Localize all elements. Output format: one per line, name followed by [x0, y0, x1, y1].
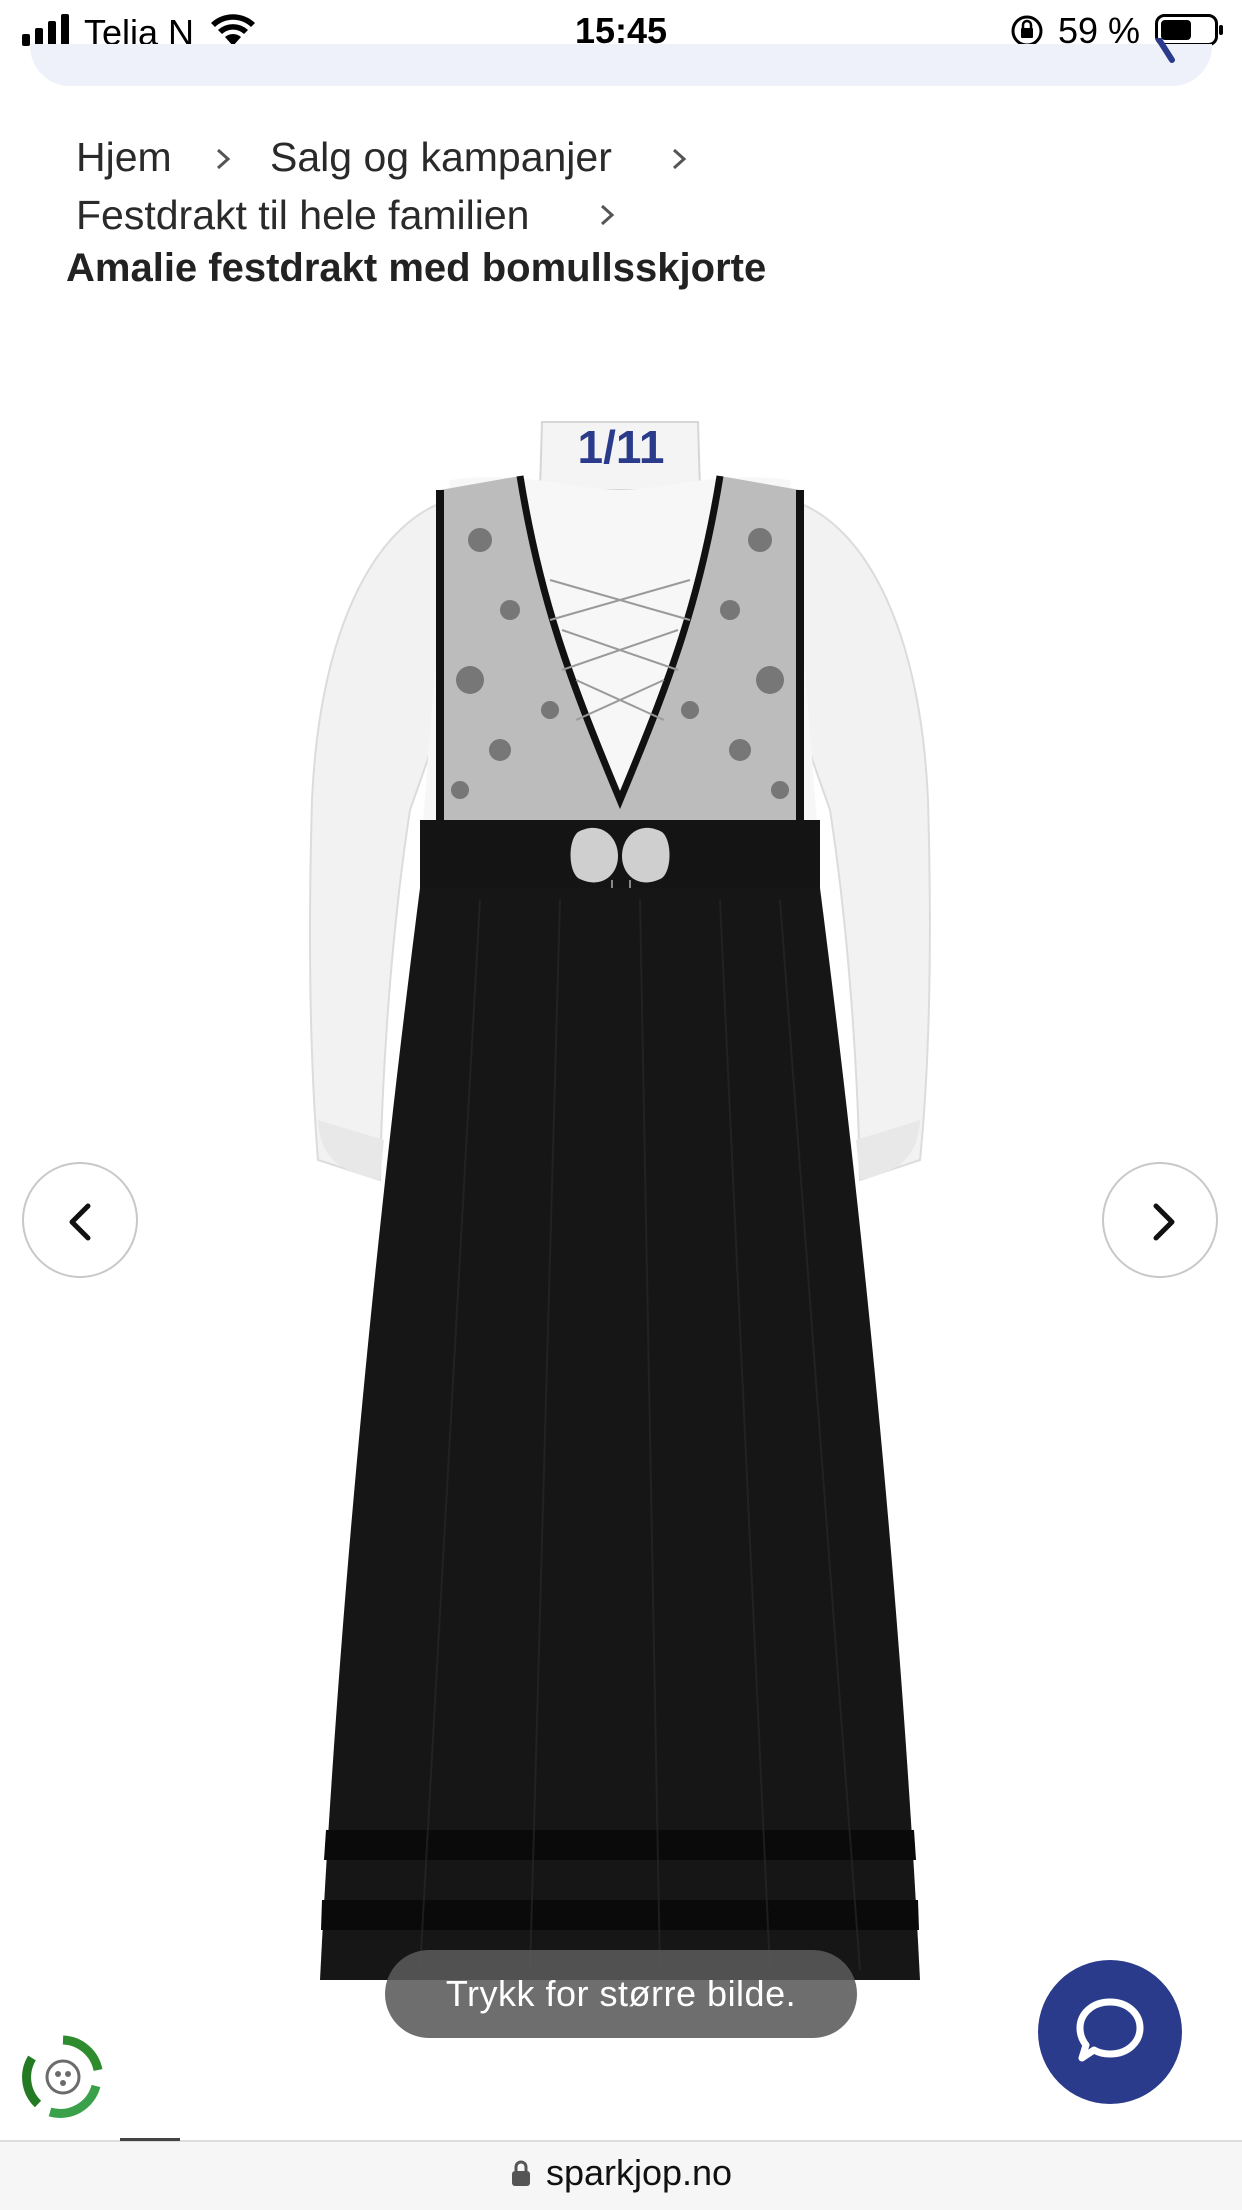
chevron-left-icon	[69, 1203, 91, 1241]
product-image[interactable]	[300, 380, 940, 2040]
search-icon[interactable]	[1148, 38, 1184, 74]
chevron-right-icon	[1153, 1203, 1175, 1241]
chat-icon	[1076, 1998, 1144, 2062]
breadcrumb-family[interactable]: Festdrakt til hele familien	[76, 192, 529, 239]
enlarge-image-hint[interactable]: Trykk for større bilde.	[385, 1950, 857, 2038]
search-bar[interactable]	[30, 38, 1212, 86]
next-image-button[interactable]	[1102, 1162, 1218, 1278]
breadcrumb-home[interactable]: Hjem	[76, 134, 172, 181]
browser-address-bar[interactable]: sparkjop.no	[0, 2138, 1242, 2210]
chevron-right-icon	[672, 148, 687, 170]
rotation-lock-icon	[1011, 15, 1043, 47]
eco-badge-icon[interactable]	[20, 2034, 106, 2120]
chevron-right-icon	[600, 204, 615, 226]
lock-icon	[511, 2160, 530, 2186]
product-title: Amalie festdrakt med bomullsskjorte	[66, 246, 767, 290]
image-counter: 1/11	[577, 421, 665, 473]
breadcrumb-sale[interactable]: Salg og kampanjer	[270, 134, 612, 181]
previous-image-button[interactable]	[22, 1162, 138, 1278]
chevron-right-icon	[216, 148, 231, 170]
tab-indicator	[120, 2138, 180, 2141]
chat-button[interactable]	[1038, 1960, 1182, 2104]
url-text: sparkjop.no	[545, 2152, 733, 2193]
